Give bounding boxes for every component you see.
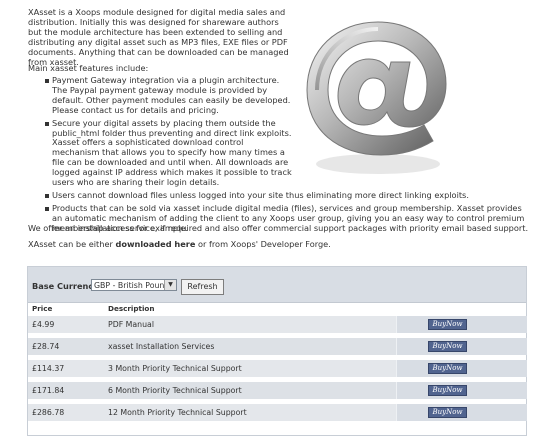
refresh-button[interactable]: Refresh — [181, 279, 224, 295]
currency-select[interactable]: GBP - British Pound ▼ — [91, 279, 177, 291]
row-description: 3 Month Priority Technical Support — [108, 364, 242, 373]
row-price: £114.37 — [32, 364, 65, 373]
buy-now-button[interactable]: BuyNow — [428, 385, 467, 396]
pricing-panel: Base Currency : GBP - British Pound ▼ Re… — [27, 266, 527, 436]
features-title: Main xasset features include: — [28, 63, 149, 73]
row-description: xasset Installation Services — [108, 342, 215, 351]
row-price: £4.99 — [32, 320, 55, 329]
buy-cell: BuyNow — [396, 404, 527, 421]
chevron-down-icon[interactable]: ▼ — [164, 280, 176, 290]
list-item: Payment Gateway integration via a plugin… — [28, 75, 533, 116]
buy-now-button[interactable]: BuyNow — [428, 319, 467, 330]
list-item: Secure your digital assets by placing th… — [28, 117, 533, 188]
buy-cell: BuyNow — [396, 360, 527, 377]
buy-cell: BuyNow — [396, 382, 527, 399]
row-price: £171.84 — [32, 386, 65, 395]
buy-now-button[interactable]: BuyNow — [428, 407, 467, 418]
download-prefix: XAsset can be either — [28, 239, 116, 249]
buy-now-button[interactable]: BuyNow — [428, 341, 467, 352]
intro-paragraph: XAsset is a Xoops module designed for di… — [28, 7, 289, 67]
download-suffix: or from Xoops' Developer Forge. — [195, 239, 331, 249]
table-row: £171.84 6 Month Priority Technical Suppo… — [28, 382, 527, 399]
row-description: 6 Month Priority Technical Support — [108, 386, 242, 395]
download-line: XAsset can be either downloaded here or … — [28, 239, 331, 249]
table-row: £286.78 12 Month Priority Technical Supp… — [28, 404, 527, 421]
buy-now-button[interactable]: BuyNow — [428, 363, 467, 374]
row-price: £28.74 — [32, 342, 60, 351]
row-description: 12 Month Priority Technical Support — [108, 408, 247, 417]
currency-selected-value: GBP - British Pound — [94, 281, 170, 290]
table-row: £114.37 3 Month Priority Technical Suppo… — [28, 360, 527, 377]
list-item: Users cannot download files unless logge… — [28, 189, 533, 201]
feature-text: Payment Gateway integration via a plugin… — [52, 75, 291, 115]
feature-text: Secure your digital assets by placing th… — [52, 117, 292, 188]
row-description: PDF Manual — [108, 320, 155, 329]
table-header: Price Description — [28, 304, 526, 314]
currency-bar: Base Currency : GBP - British Pound ▼ Re… — [28, 267, 526, 303]
table-row: £28.74 xasset Installation Services BuyN… — [28, 338, 527, 355]
buy-cell: BuyNow — [396, 338, 527, 355]
table-row: £4.99 PDF Manual BuyNow — [28, 316, 527, 333]
feature-text: Users cannot download files unless logge… — [52, 189, 469, 200]
features-list: Payment Gateway integration via a plugin… — [28, 75, 533, 237]
download-link[interactable]: downloaded here — [115, 239, 195, 249]
row-price: £286.78 — [32, 408, 65, 417]
buy-cell: BuyNow — [396, 316, 527, 333]
support-line: We offer an installation service, if req… — [28, 223, 529, 233]
